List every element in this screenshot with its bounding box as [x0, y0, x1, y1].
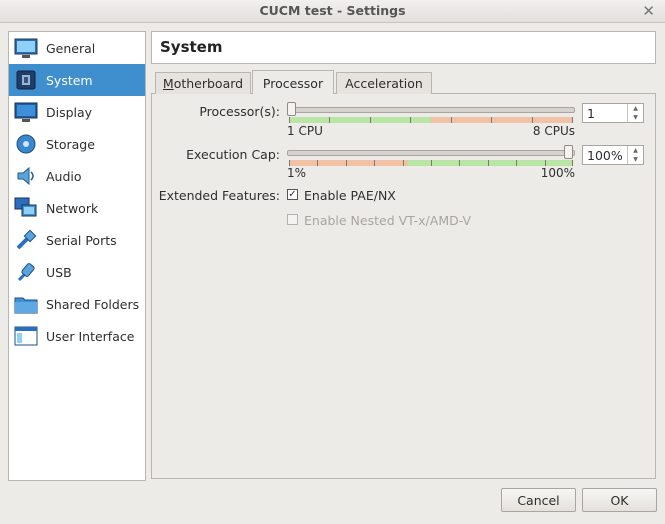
pae-label: Enable PAE/NX [304, 188, 396, 203]
system-icon [13, 67, 39, 93]
extended-features-label: Extended Features: [158, 188, 280, 203]
settings-sidebar: General System Display Storage Audio Net… [8, 31, 146, 481]
sidebar-item-label: Storage [46, 136, 95, 152]
sidebar-item-serial-ports[interactable]: Serial Ports [9, 224, 145, 256]
general-icon [13, 35, 39, 61]
checkmark-icon: ✓ [288, 189, 297, 200]
processors-tick-marks [289, 117, 573, 123]
ok-button[interactable]: OK [582, 488, 657, 512]
pae-checkbox[interactable]: ✓ [287, 189, 298, 200]
sidebar-item-storage[interactable]: Storage [9, 128, 145, 160]
exec-cap-label: Execution Cap: [186, 147, 280, 162]
tab-label: Processor [262, 76, 324, 91]
sidebar-item-audio[interactable]: Audio [9, 160, 145, 192]
sidebar-item-label: Shared Folders [46, 296, 140, 312]
serial-ports-icon [13, 227, 39, 253]
tab-processor[interactable]: Processor [252, 70, 334, 94]
tab-label: Motherboard [162, 76, 244, 91]
processors-max-label: 8 CPUs [532, 124, 575, 138]
exec-cap-max-label: 100% [540, 166, 575, 180]
spin-down-icon[interactable]: ▼ [628, 113, 643, 122]
processors-slider-handle[interactable] [287, 102, 296, 116]
processors-slider-track[interactable] [287, 107, 575, 113]
sidebar-item-label: Serial Ports [46, 232, 117, 248]
network-icon [13, 195, 39, 221]
cancel-button[interactable]: Cancel [501, 488, 576, 512]
spin-down-icon[interactable]: ▼ [628, 155, 643, 164]
tab-label: Acceleration [345, 76, 423, 91]
sidebar-item-general[interactable]: General [9, 32, 145, 64]
sidebar-item-system[interactable]: System [9, 64, 145, 96]
page-title: System [160, 38, 223, 56]
exec-cap-value: 100% [587, 148, 623, 163]
usb-icon [13, 259, 39, 285]
sidebar-item-label: Display [46, 104, 93, 120]
processors-label: Processor(s): [199, 104, 280, 119]
nested-vtx-label: Enable Nested VT-x/AMD-V [304, 213, 472, 228]
exec-cap-min-label: 1% [287, 166, 307, 180]
audio-icon [13, 163, 39, 189]
spin-up-icon[interactable]: ▲ [628, 146, 643, 155]
window-title: CUCM test - Settings [259, 3, 406, 18]
processors-min-label: 1 CPU [287, 124, 323, 138]
title-bar: CUCM test - Settings ✕ [0, 0, 665, 23]
processors-spinbox[interactable]: 1 ▲ ▼ [582, 103, 644, 123]
exec-cap-slider-handle[interactable] [564, 145, 573, 159]
exec-cap-spinbox[interactable]: 100% ▲ ▼ [582, 145, 644, 165]
shared-folders-icon [13, 291, 39, 317]
sidebar-item-usb[interactable]: USB [9, 256, 145, 288]
section-header: System [151, 31, 656, 64]
sidebar-item-label: USB [46, 264, 72, 280]
storage-icon [13, 131, 39, 157]
nested-vtx-checkbox[interactable] [287, 214, 298, 225]
sidebar-item-user-interface[interactable]: User Interface [9, 320, 145, 352]
sidebar-item-label: Audio [46, 168, 82, 184]
sidebar-item-display[interactable]: Display [9, 96, 145, 128]
close-icon[interactable]: ✕ [642, 2, 655, 20]
processors-value: 1 [587, 106, 595, 121]
sidebar-item-label: General [46, 40, 96, 56]
user-interface-icon [13, 323, 39, 349]
spin-up-icon[interactable]: ▲ [628, 104, 643, 113]
tab-acceleration[interactable]: Acceleration [336, 72, 432, 94]
sidebar-item-label: Network [46, 200, 99, 216]
display-icon [13, 99, 39, 125]
sidebar-item-label: User Interface [46, 328, 135, 344]
sidebar-item-shared-folders[interactable]: Shared Folders [9, 288, 145, 320]
sidebar-item-label: System [46, 72, 93, 88]
tab-motherboard[interactable]: Motherboard [155, 72, 251, 94]
sidebar-item-network[interactable]: Network [9, 192, 145, 224]
exec-cap-slider-track[interactable] [287, 150, 575, 156]
